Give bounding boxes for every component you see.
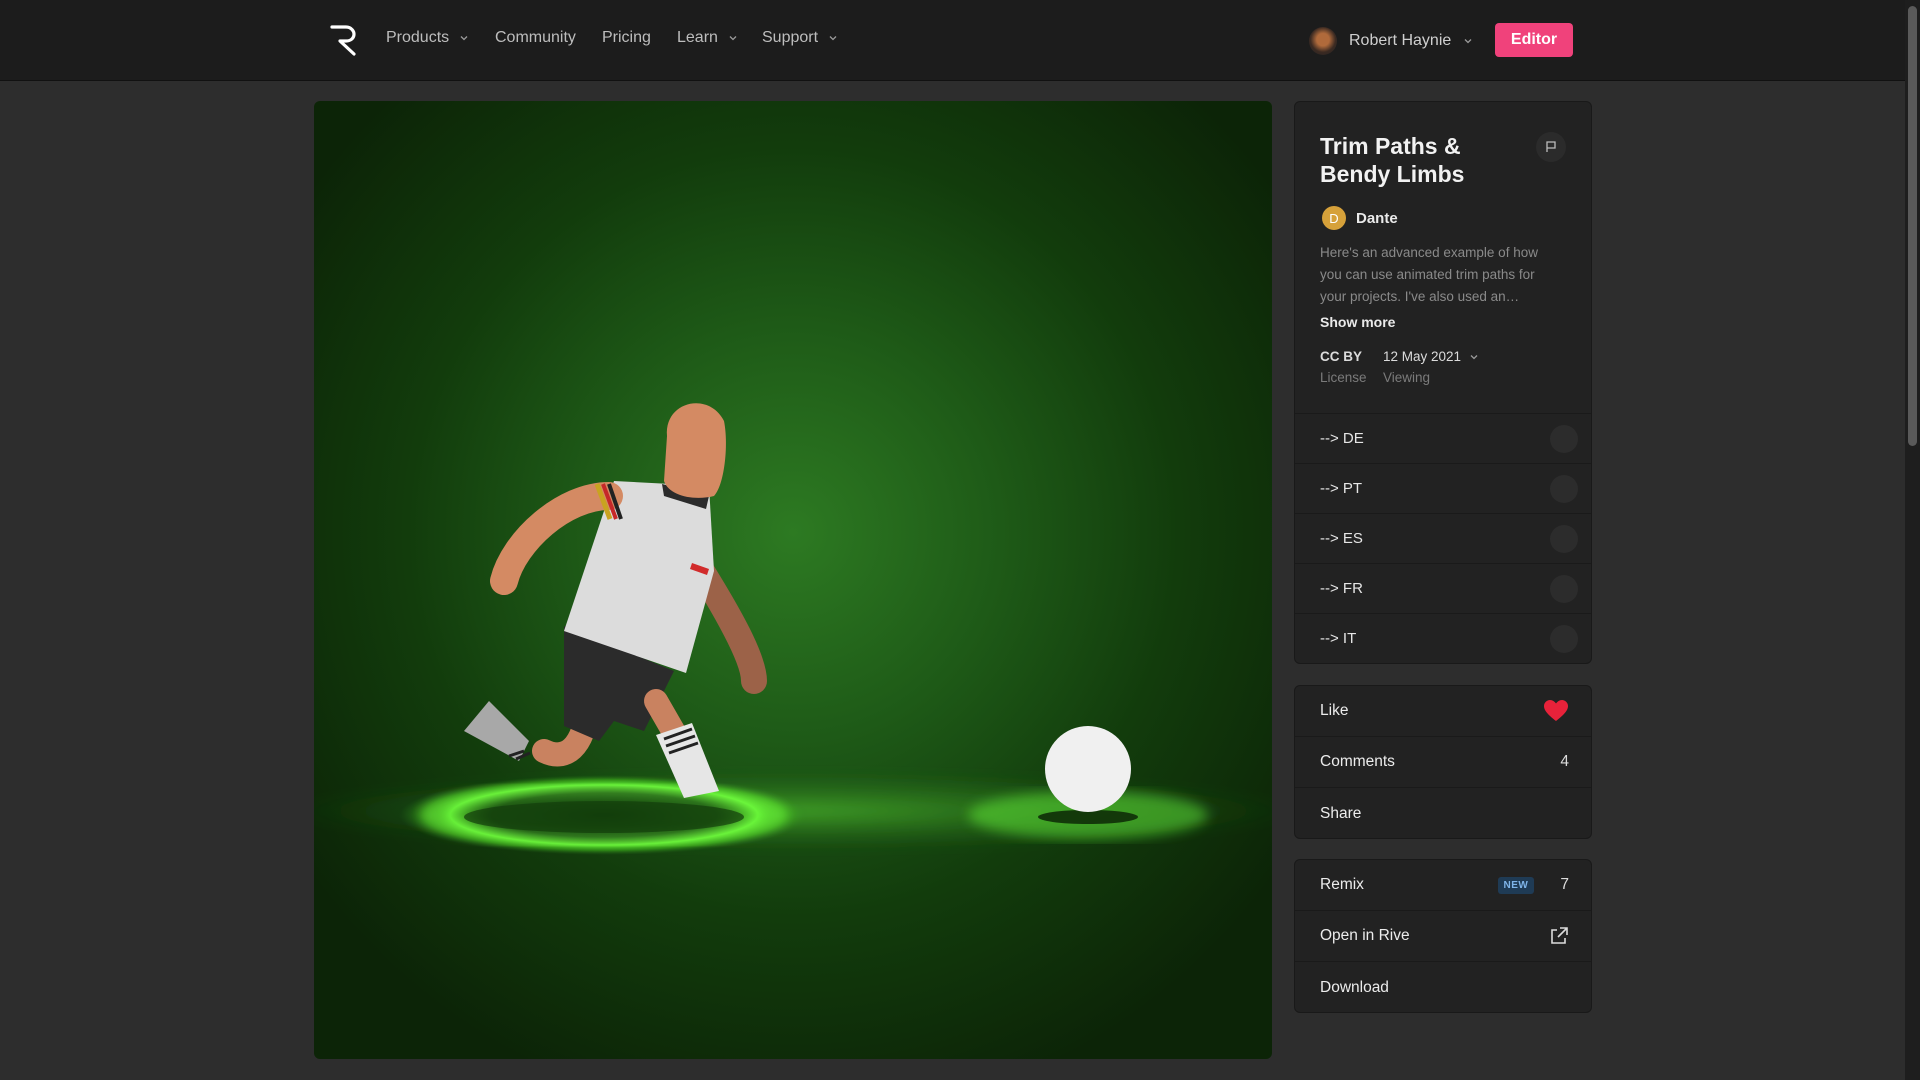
language-item[interactable]: --> DE: [1295, 413, 1591, 463]
post-info-panel: Trim Paths & Bendy Limbs D Dante Here's …: [1294, 101, 1592, 664]
license-label: License: [1320, 370, 1367, 385]
chevron-down-icon: [1464, 39, 1472, 44]
user-name: Robert Haynie: [1349, 32, 1452, 49]
language-label: --> FR: [1320, 580, 1363, 597]
language-label: --> PT: [1320, 480, 1363, 497]
scrollbar-thumb[interactable]: [1908, 6, 1917, 446]
author-name: Dante: [1356, 209, 1398, 227]
comments-label: Comments: [1320, 753, 1395, 770]
heart-icon[interactable]: [1543, 699, 1569, 723]
nav-pricing-label: Pricing: [602, 29, 651, 46]
viewing-meta[interactable]: 12 May 2021 Viewing: [1383, 349, 1479, 385]
author-link[interactable]: D Dante: [1322, 206, 1398, 230]
comments-count: 4: [1560, 753, 1569, 770]
comments-row[interactable]: Comments 4: [1295, 737, 1591, 788]
user-menu[interactable]: Robert Haynie: [1309, 24, 1473, 58]
date-value: 12 May 2021: [1383, 349, 1462, 364]
nav-products-label: Products: [386, 29, 450, 46]
remix-row[interactable]: Remix NEW 7: [1295, 860, 1591, 911]
nav-learn-label: Learn: [677, 29, 718, 46]
language-toggle[interactable]: [1550, 524, 1578, 553]
nav-support[interactable]: Support: [762, 29, 838, 47]
editor-button[interactable]: Editor: [1495, 23, 1573, 57]
animation-canvas[interactable]: [314, 101, 1272, 1059]
nav-learn[interactable]: Learn: [677, 29, 738, 47]
download-row[interactable]: Download: [1295, 962, 1591, 1013]
actions-panel: Like Comments 4 Share: [1294, 685, 1592, 839]
rive-logo[interactable]: [330, 24, 358, 56]
language-toggle[interactable]: [1550, 574, 1578, 603]
language-toggle[interactable]: [1550, 474, 1578, 503]
open-in-rive-row[interactable]: Open in Rive: [1295, 911, 1591, 962]
language-label: --> DE: [1320, 430, 1364, 447]
license-meta: CC BY License: [1320, 349, 1367, 385]
ball-shadow: [1038, 810, 1138, 824]
nav-pricing[interactable]: Pricing: [602, 29, 651, 47]
date-dropdown[interactable]: 12 May 2021: [1383, 349, 1479, 364]
nav-products[interactable]: Products: [386, 29, 469, 47]
post-title: Trim Paths & Bendy Limbs: [1320, 133, 1465, 187]
remix-count: 7: [1560, 876, 1569, 893]
new-badge: NEW: [1497, 876, 1535, 894]
remix-label: Remix: [1320, 876, 1364, 893]
nav-support-label: Support: [762, 29, 819, 46]
date-label: Viewing: [1383, 370, 1431, 385]
author-avatar: D: [1322, 206, 1346, 230]
share-row[interactable]: Share: [1295, 788, 1591, 839]
avatar: [1309, 27, 1337, 55]
language-item[interactable]: --> IT: [1295, 613, 1591, 663]
language-item[interactable]: --> FR: [1295, 563, 1591, 613]
animation-scene: [314, 403, 1272, 855]
chevron-down-icon: [829, 36, 837, 41]
language-item[interactable]: --> ES: [1295, 513, 1591, 563]
nav-community-label: Community: [495, 29, 576, 46]
flag-icon: [1546, 141, 1556, 152]
language-toggle[interactable]: [1550, 624, 1578, 653]
post-description: Here's an advanced example of how you ca…: [1320, 245, 1538, 304]
chevron-down-icon: [460, 36, 468, 41]
show-more-link[interactable]: Show more: [1320, 314, 1395, 330]
nav-community[interactable]: Community: [495, 29, 576, 47]
language-label: --> ES: [1320, 530, 1363, 547]
external-link-icon[interactable]: [1549, 926, 1569, 946]
share-label: Share: [1320, 804, 1362, 822]
chevron-down-icon: [729, 36, 737, 41]
license-value: CC BY: [1320, 349, 1363, 364]
open-in-rive-label: Open in Rive: [1320, 927, 1410, 944]
download-label: Download: [1320, 978, 1389, 996]
like-label: Like: [1320, 702, 1349, 719]
language-toggle[interactable]: [1550, 424, 1578, 453]
player-figure: [464, 403, 767, 798]
language-item[interactable]: --> PT: [1295, 463, 1591, 513]
soccer-ball: [1045, 726, 1131, 812]
top-navigation: Products Community Pricing Learn Support…: [0, 0, 1905, 81]
language-list: --> DE --> PT --> ES --> FR --> IT: [1295, 413, 1591, 663]
like-row[interactable]: Like: [1295, 686, 1591, 737]
language-label: --> IT: [1320, 630, 1357, 647]
file-actions-panel: Remix NEW 7 Open in Rive Download: [1294, 859, 1592, 1013]
remix-meta: NEW 7: [1497, 876, 1569, 894]
chevron-down-icon: [1470, 354, 1478, 359]
report-button[interactable]: [1536, 132, 1566, 162]
player-shadow: [464, 801, 744, 833]
